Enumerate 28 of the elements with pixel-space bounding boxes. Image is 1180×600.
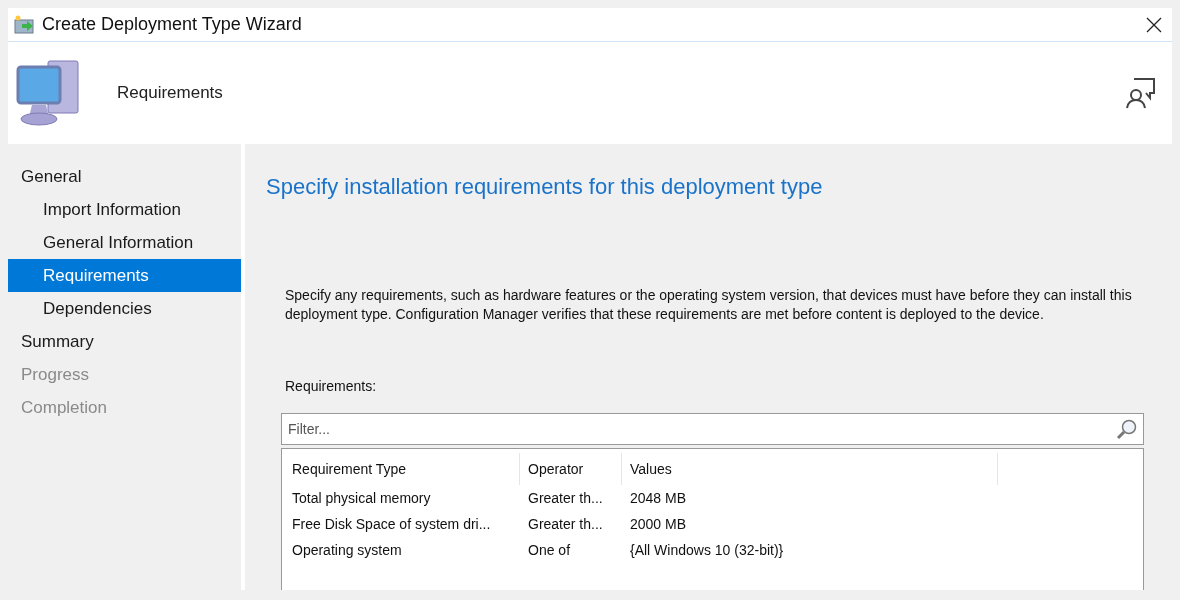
table-cell-text: 2048 MB bbox=[630, 488, 687, 508]
column-header[interactable]: Values bbox=[622, 453, 998, 485]
sidebar-item[interactable]: Summary bbox=[8, 325, 241, 358]
requirements-label: Requirements: bbox=[285, 377, 378, 396]
table-cell-text: Free Disk Space of system dri... bbox=[292, 514, 491, 534]
window-title: Create Deployment Type Wizard bbox=[42, 13, 302, 36]
sidebar-item[interactable]: General bbox=[8, 160, 241, 193]
column-header[interactable]: Operator bbox=[520, 453, 622, 485]
page-title: Requirements bbox=[117, 82, 223, 105]
table-cell-text: Greater th... bbox=[528, 514, 603, 534]
description-text: Specify any requirements, such as hardware features or the operating system version, that devices must have before they can install this deployment type. Configuration Manager verifies that these requirements are met before content is deployed to the device. bbox=[285, 286, 1133, 324]
table-cell-text: Total physical memory bbox=[292, 488, 431, 508]
table-cell-text: Greater th... bbox=[528, 488, 603, 508]
column-header[interactable]: Requirement Type bbox=[284, 453, 520, 485]
table-cell-text: 2000 MB bbox=[630, 514, 687, 534]
page-heading: Specify installation requirements for this deployment type bbox=[266, 173, 824, 201]
close-icon[interactable] bbox=[1146, 16, 1162, 33]
filter-field[interactable]: Filter... bbox=[281, 413, 1144, 445]
table-cell-text: {All Windows 10 (32-bit)} bbox=[630, 540, 784, 560]
sidebar-item[interactable]: Import Information bbox=[8, 193, 241, 226]
person-chat-icon[interactable] bbox=[1124, 77, 1156, 109]
wizard-icon bbox=[14, 14, 36, 35]
table-cell-text: One of bbox=[528, 540, 571, 560]
search-icon[interactable] bbox=[1116, 418, 1138, 440]
sidebar-item[interactable]: General Information bbox=[8, 226, 241, 259]
sidebar-item[interactable]: Dependencies bbox=[8, 292, 241, 325]
table-cell-text: Operating system bbox=[292, 540, 402, 560]
sidebar-item[interactable]: Requirements bbox=[8, 259, 241, 292]
